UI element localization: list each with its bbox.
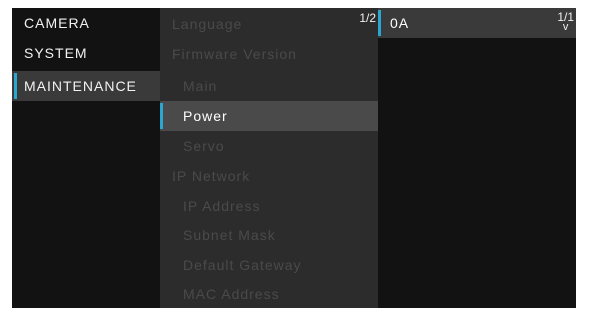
menu-item-label: SYSTEM [24, 45, 88, 61]
value-page-indicator: 1/1 v [557, 11, 574, 33]
submenu-item-ip-network[interactable]: IP Network [160, 161, 378, 191]
submenu-item-ip-address[interactable]: IP Address [160, 191, 378, 221]
camera-menu-screen: CAMERA SYSTEM MAINTENANCE 1/2 Language F… [12, 8, 576, 308]
menu-item-maintenance[interactable]: MAINTENANCE [12, 71, 160, 101]
submenu-item-label: MAC Address [183, 286, 280, 302]
value-text: 0A [390, 15, 410, 31]
submenu-item-label: Main [183, 78, 218, 94]
submenu-item-mac-address[interactable]: MAC Address [160, 279, 378, 308]
value-row[interactable]: 0A [378, 8, 576, 38]
menu-item-camera[interactable]: CAMERA [12, 8, 160, 38]
submenu-item-label: Subnet Mask [183, 227, 276, 243]
submenu-item-power[interactable]: Power [160, 101, 378, 131]
menu-item-label: CAMERA [24, 15, 90, 31]
submenu-item-language[interactable]: Language [160, 9, 378, 39]
menu-item-label: MAINTENANCE [24, 78, 137, 94]
submenu-item-label: Firmware Version [172, 46, 297, 62]
submenu-item-firmware-version[interactable]: Firmware Version [160, 39, 378, 69]
submenu-item-servo[interactable]: Servo [160, 131, 378, 161]
submenu-item-label: Default Gateway [183, 257, 302, 273]
submenu-item-subnet-mask[interactable]: Subnet Mask [160, 220, 378, 250]
menu-item-system[interactable]: SYSTEM [12, 38, 160, 68]
submenu-list: 1/2 Language Firmware Version Main Power… [160, 8, 378, 308]
submenu-item-main[interactable]: Main [160, 71, 378, 101]
submenu-item-label: Servo [183, 138, 225, 154]
value-panel: 0A 1/1 v [378, 8, 576, 308]
submenu-item-label: IP Network [172, 168, 251, 184]
main-menu: CAMERA SYSTEM MAINTENANCE [12, 8, 160, 308]
submenu-item-label: IP Address [183, 198, 261, 214]
chevron-down-icon: v [562, 21, 569, 33]
submenu-item-label: Language [172, 16, 243, 32]
submenu-item-label: Power [183, 108, 228, 124]
submenu-item-default-gateway[interactable]: Default Gateway [160, 250, 378, 280]
